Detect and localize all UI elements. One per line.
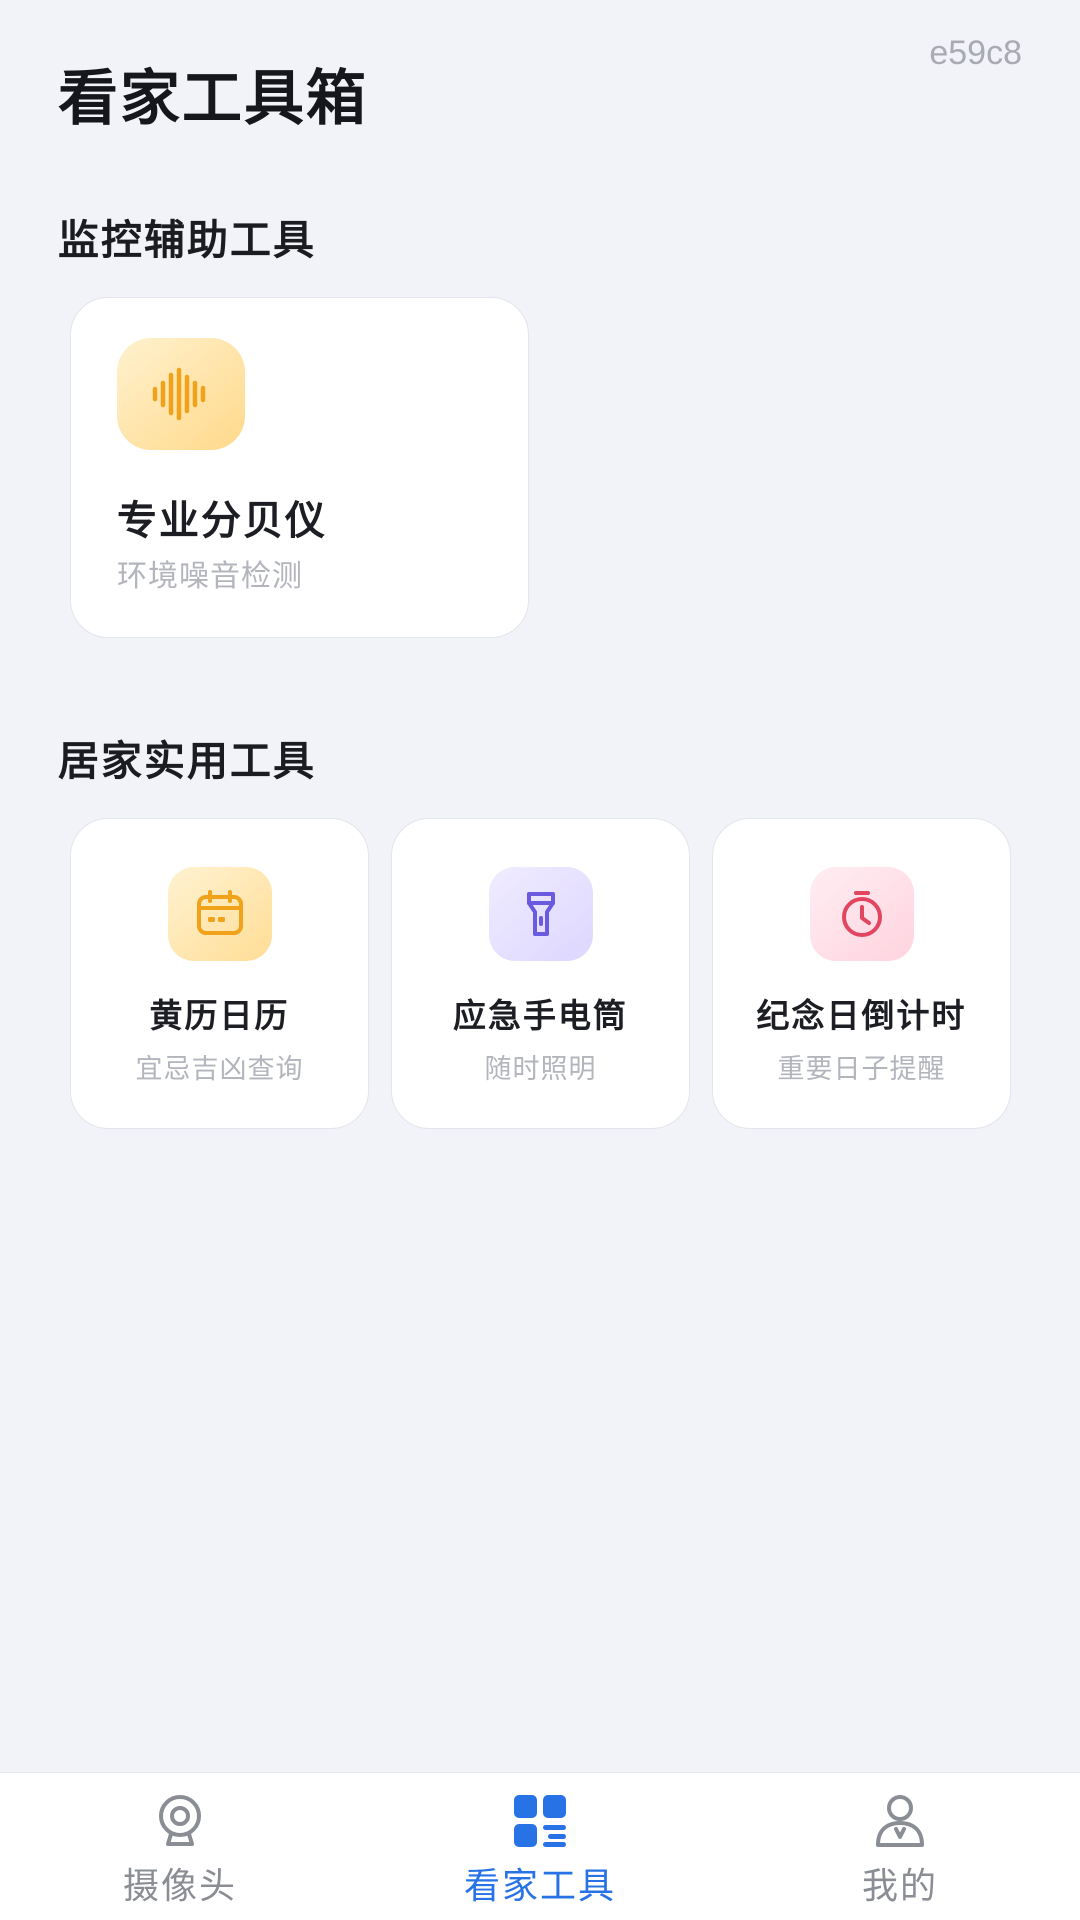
- tab-home-tools[interactable]: 看家工具: [420, 1791, 660, 1916]
- camera-icon: [159, 1795, 201, 1846]
- tab-camera[interactable]: 摄像头: [60, 1791, 300, 1916]
- card-title: 专业分贝仪: [117, 498, 327, 544]
- bottom-tab-bar: 摄像头 看家工具 我的: [0, 1772, 1080, 1920]
- flashlight-icon-tile: [488, 867, 593, 961]
- flashlight-icon: [526, 892, 555, 936]
- tab-label: 摄像头: [122, 1866, 237, 1907]
- card-subtitle: 环境噪音检测: [117, 559, 303, 594]
- tool-card-flashlight[interactable]: 应急手电筒 随时照明: [391, 818, 690, 1129]
- stopwatch-icon: [841, 891, 882, 937]
- grid-icon: [514, 1795, 566, 1847]
- card-subtitle: 宜忌吉凶查询: [135, 1054, 304, 1085]
- card-title: 应急手电筒: [453, 996, 628, 1035]
- user-icon: [876, 1795, 924, 1847]
- calendar-icon-tile: [167, 867, 272, 961]
- tool-card-anniversary-countdown[interactable]: 纪念日倒计时 重要日子提醒: [712, 818, 1011, 1129]
- sound-wave-icon: [152, 367, 206, 421]
- card-subtitle: 随时照明: [484, 1054, 597, 1085]
- card-subtitle: 重要日子提醒: [777, 1054, 946, 1085]
- tool-card-decibel-meter[interactable]: 专业分贝仪 环境噪音检测: [70, 297, 529, 638]
- card-title: 纪念日倒计时: [756, 996, 967, 1035]
- tool-card-almanac-calendar[interactable]: 黄历日历 宜忌吉凶查询: [70, 818, 369, 1129]
- decibel-icon-tile: [117, 338, 245, 450]
- tab-label: 我的: [861, 1866, 938, 1907]
- section-title-monitoring-tools: 监控辅助工具: [58, 216, 316, 264]
- tab-label: 看家工具: [463, 1866, 616, 1907]
- calendar-icon: [196, 890, 243, 935]
- build-id-label: e59c8: [929, 34, 1022, 72]
- section-title-home-tools: 居家实用工具: [58, 737, 316, 785]
- page-title: 看家工具箱: [58, 64, 368, 134]
- stopwatch-icon-tile: [809, 867, 914, 961]
- card-title: 黄历日历: [149, 996, 290, 1035]
- tab-mine[interactable]: 我的: [780, 1791, 1020, 1916]
